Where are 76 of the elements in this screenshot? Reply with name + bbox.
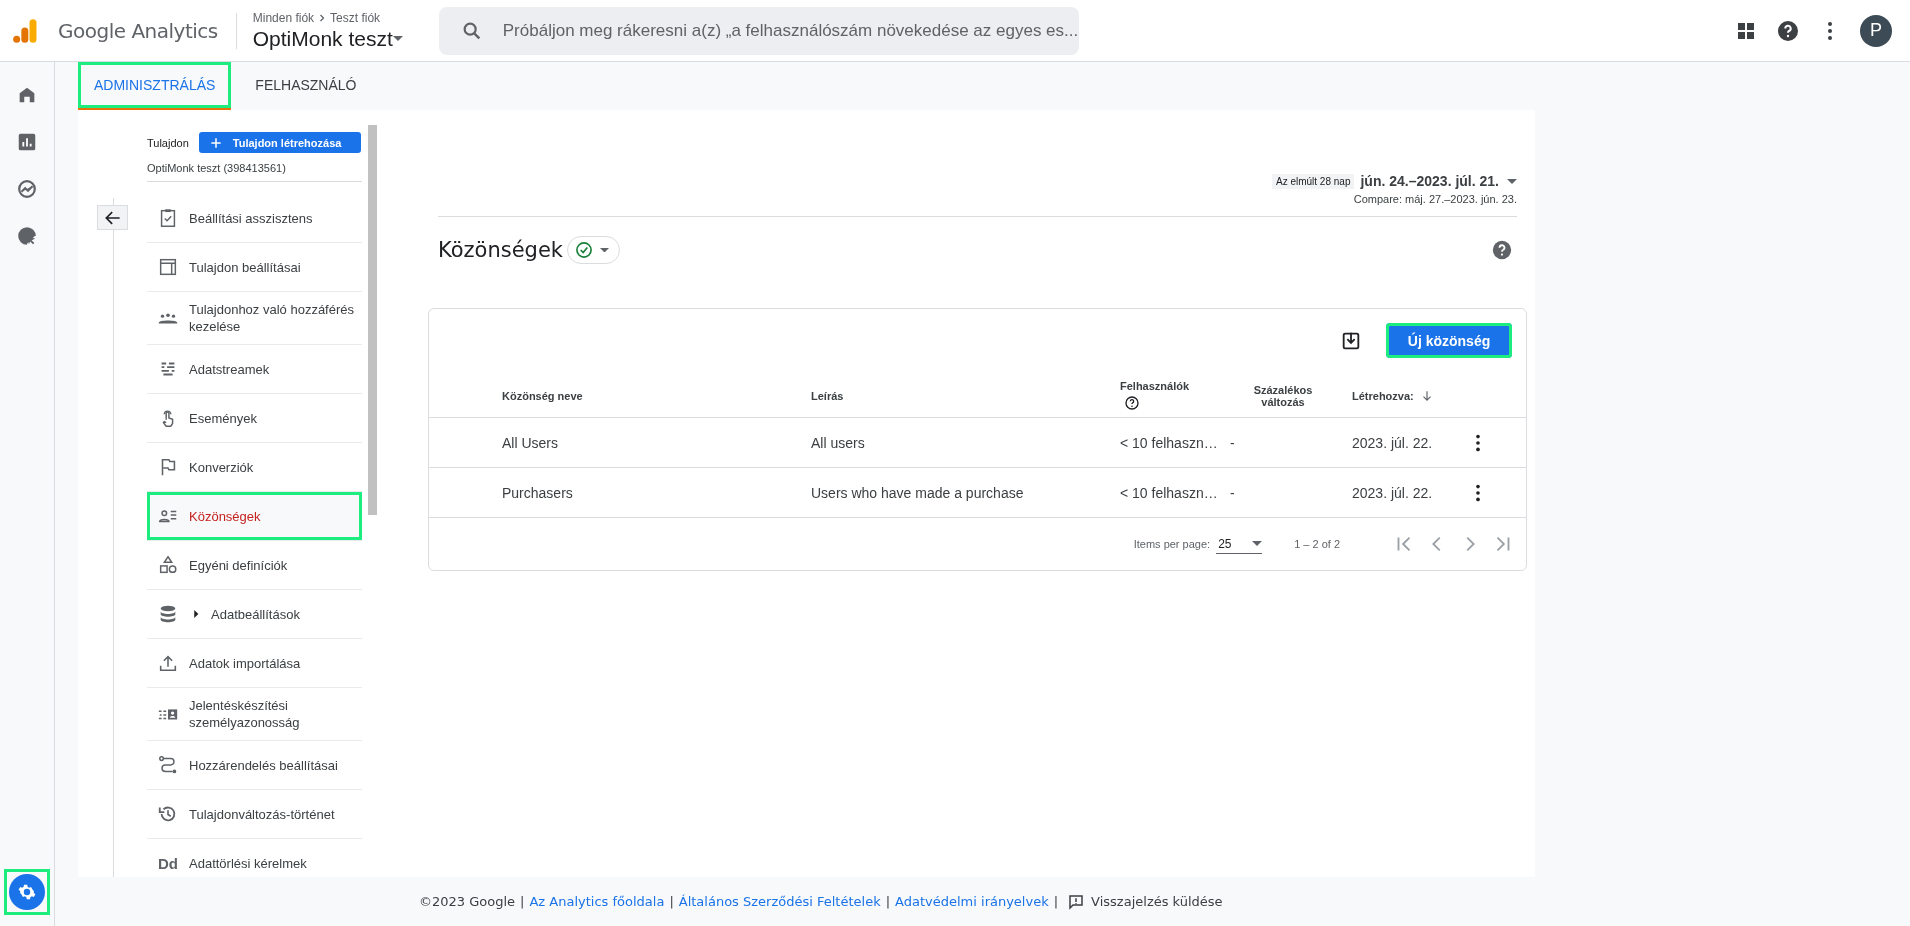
copyright-text: ©2023 Google xyxy=(419,894,516,909)
column-header: Felhasználók xyxy=(1120,380,1190,392)
nav-item[interactable]: Adatbeállítások xyxy=(147,590,362,639)
separator: | xyxy=(1053,894,1059,909)
separator: | xyxy=(669,894,674,909)
create-property-button[interactable]: Tulajdon létrehozása xyxy=(198,132,361,153)
table-cell: - xyxy=(1230,484,1235,501)
route-icon xyxy=(157,754,179,776)
table-cell: < 10 felhaszn… xyxy=(1120,484,1218,501)
scrollbar[interactable] xyxy=(368,125,377,515)
caret-down-icon xyxy=(1507,178,1517,184)
footer-link[interactable]: Az Analytics főoldala xyxy=(529,894,665,909)
table-cell: All users xyxy=(811,434,865,451)
footer-link[interactable]: Adatvédelmi irányelvek xyxy=(895,894,1049,909)
nav-item[interactable]: Jelentéskészítési személyazonosság xyxy=(147,688,362,741)
column-header: Közönség neve xyxy=(502,389,583,402)
nav-item[interactable]: Dd Adattörlési kérelmek xyxy=(147,839,362,877)
table-cell: 2023. júl. 22. xyxy=(1352,434,1433,451)
nav-item[interactable]: Adatok importálása xyxy=(147,639,362,688)
nav-item[interactable]: Beállítási asszisztens xyxy=(147,194,362,243)
avatar-button[interactable]: P xyxy=(1860,14,1892,47)
date-preset-chip: Az elmúlt 28 nap xyxy=(1271,173,1355,189)
help-icon[interactable] xyxy=(1491,239,1513,261)
caret-down-icon xyxy=(1252,541,1263,546)
column-header: Százalékos változás xyxy=(1252,383,1314,408)
section-label: Tulajdon xyxy=(147,136,189,149)
date-range-button[interactable]: jún. 24.–2023. júl. 21. xyxy=(1360,173,1517,189)
back-button[interactable] xyxy=(97,205,128,230)
page-size-select[interactable]: 25 xyxy=(1216,534,1263,554)
table-cell: Users who have made a purchase xyxy=(811,484,1024,501)
caret-down-icon xyxy=(392,36,403,41)
column-header: Leírás xyxy=(811,389,844,402)
search-field[interactable]: Próbáljon meg rákeresni a(z) „a felhasználószám növekedése az egyes es... xyxy=(438,6,1079,55)
table-cell: < 10 felhaszn… xyxy=(1120,434,1218,451)
table-cell: 2023. júl. 22. xyxy=(1352,484,1433,501)
page-range: 1 – 2 of 2 xyxy=(1294,538,1340,550)
nav-item[interactable]: Események xyxy=(147,394,362,443)
nav-item[interactable]: Hozzárendelés beállításai xyxy=(147,741,362,790)
tab[interactable]: FELHASZNÁLÓ xyxy=(239,62,373,110)
nav-item[interactable]: Egyéni definíciók xyxy=(147,541,362,590)
nav-item[interactable]: Tulajdon beállításai xyxy=(147,243,362,292)
layout-icon xyxy=(157,256,179,278)
column-header[interactable]: Létrehozva: xyxy=(1352,389,1414,402)
tab[interactable]: ADMINISZTRÁLÁS xyxy=(78,62,232,110)
nav-item[interactable]: Közönségek xyxy=(147,492,362,541)
feedback-icon xyxy=(1067,892,1086,911)
product-name: Google Analytics xyxy=(58,18,218,43)
caret-down-icon xyxy=(600,247,610,253)
plus-icon xyxy=(208,135,223,150)
property-name: OptiMonk teszt (398413561) xyxy=(147,162,362,182)
help-outline-icon[interactable] xyxy=(1124,395,1140,411)
trend-circle-icon xyxy=(16,178,38,200)
nav-item[interactable]: Tulajdonváltozás-történet xyxy=(147,790,362,839)
footer-link[interactable]: Általános Szerződési Feltételek xyxy=(678,894,881,909)
bar-chart-icon xyxy=(16,131,38,153)
separator: | xyxy=(520,894,525,909)
bar-chart-logo-icon xyxy=(12,16,40,45)
check-circle-icon xyxy=(574,240,595,260)
items-per-page-label: Items per page: xyxy=(1133,538,1211,550)
nav-item[interactable]: Adatstreamek xyxy=(147,345,362,394)
help-icon[interactable] xyxy=(1776,18,1800,43)
table-cell: - xyxy=(1230,434,1235,451)
nav-item[interactable]: Tulajdonhoz való hozzáférés kezelése xyxy=(147,292,362,345)
new-audience-button[interactable]: Új közönség xyxy=(1386,323,1512,358)
breadcrumb-link[interactable]: Teszt fiók xyxy=(330,10,381,25)
feedback-button[interactable]: Visszajelzés küldése xyxy=(1067,892,1223,911)
table-cell: Purchasers xyxy=(502,484,573,501)
table-cell: All Users xyxy=(502,434,558,451)
page-title: Közönségek xyxy=(438,238,564,262)
breadcrumb-link[interactable]: Minden fiók xyxy=(252,10,315,25)
shapes-icon xyxy=(157,554,179,576)
compare-range: Compare: máj. 27.–2023. jún. 23. xyxy=(1353,193,1517,205)
property-selector[interactable]: OptiMonk teszt xyxy=(252,26,403,51)
settings-button[interactable] xyxy=(4,869,50,915)
separator: | xyxy=(885,894,891,909)
letters-icon: Dd xyxy=(158,854,178,872)
